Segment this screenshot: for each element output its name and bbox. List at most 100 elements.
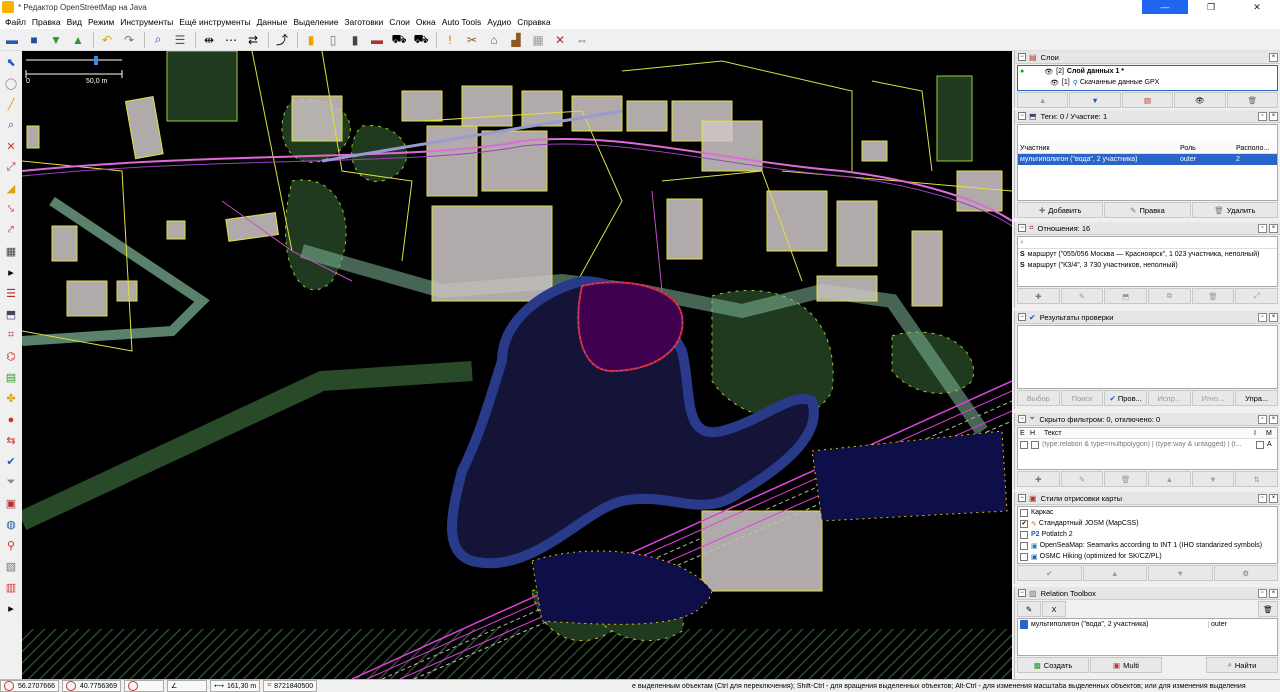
door-icon[interactable]: ▮ [345, 30, 365, 50]
tool2-icon[interactable]: ✕ [550, 30, 570, 50]
style-checkbox[interactable] [1020, 552, 1028, 561]
check-button[interactable]: ✔ Пров... [1104, 390, 1148, 406]
arrows-icon[interactable]: ⇆ [2, 431, 20, 450]
grid-icon[interactable]: ▥ [2, 578, 20, 597]
panel-toggle[interactable]: − [1018, 589, 1026, 597]
barrier-icon[interactable]: ▬ [367, 30, 387, 50]
split-icon[interactable]: ⤥ [2, 200, 20, 219]
style-item[interactable]: Каркас [1018, 507, 1277, 518]
enable-checkbox[interactable] [1020, 440, 1028, 449]
sort-filter-button[interactable]: ⇅ [1235, 471, 1279, 487]
pin-icon[interactable]: ⚲ [2, 536, 20, 555]
select-button[interactable]: Выбор [1017, 390, 1060, 406]
multi-button[interactable]: ▣ Multi [1090, 657, 1162, 673]
select-icon[interactable]: ⬉ [2, 53, 20, 72]
find-relation-button[interactable]: ⌕ Найти [1206, 657, 1278, 673]
draw-icon[interactable]: ╱ [2, 95, 20, 114]
style-item[interactable]: ▣ OSMC Hiking (optimized for SK/CZ/PL) [1018, 551, 1277, 562]
map-icon[interactable]: ▤ [2, 368, 20, 387]
panel-pin-icon[interactable]: ▫ [1258, 312, 1267, 322]
up-filter-button[interactable]: ▲ [1148, 471, 1191, 487]
paint-icon[interactable]: ⌬ [2, 347, 20, 366]
map-icon[interactable]: ▦ [528, 30, 548, 50]
panel-pin-icon[interactable]: ▫ [1258, 493, 1267, 503]
select-relation-button[interactable]: ⬒ [1104, 288, 1148, 304]
relation-icon[interactable]: ⌗ [2, 326, 20, 345]
invert-checkbox[interactable] [1256, 440, 1264, 449]
chart-icon[interactable]: ▟ [506, 30, 526, 50]
panel-pin-icon[interactable]: ▫ [1258, 414, 1267, 424]
relation-item[interactable]: Sмаршрут ("055/056 Москва — Красноярск",… [1018, 249, 1277, 260]
gate-icon[interactable]: ⌂ [484, 30, 504, 50]
layers-icon[interactable]: ☰ [2, 284, 20, 303]
visibility-button[interactable]: 👁 [1174, 92, 1226, 108]
style-checkbox[interactable] [1020, 508, 1028, 517]
panel-toggle[interactable]: − [1018, 415, 1026, 423]
panel-pin-icon[interactable]: ▫ [1258, 588, 1267, 598]
filter-row[interactable]: (type:relation & type=multipolygon) | (t… [1018, 439, 1277, 450]
down-filter-button[interactable]: ▼ [1191, 471, 1235, 487]
style-settings-button[interactable]: ⚙ [1213, 565, 1278, 581]
edit-filter-button[interactable]: ✎ [1060, 471, 1104, 487]
style-item[interactable]: P2 Potlatch 2 [1018, 529, 1277, 540]
panel-toggle[interactable]: − [1018, 494, 1026, 502]
undo-icon[interactable]: ↶ [97, 30, 117, 50]
reverse-icon[interactable]: ⇄ [243, 30, 263, 50]
menu-item-6[interactable]: Данные [254, 17, 291, 27]
brush-icon[interactable]: ● [2, 410, 20, 429]
add-filter-button[interactable]: ✚ [1017, 471, 1060, 487]
duplicate-relation-button[interactable]: ⧉ [1148, 288, 1191, 304]
toolbox-tool-icon[interactable]: ✎ [1017, 601, 1041, 617]
more-icon[interactable]: ▸ [2, 599, 20, 618]
style-item[interactable]: ▣ OpenSeaMap: Seamarks according to INT 1… [1018, 540, 1277, 551]
panel-close-icon[interactable]: × [1269, 493, 1278, 503]
cross-icon[interactable]: ✤ [2, 389, 20, 408]
filter-icon[interactable]: ⏷ [2, 473, 20, 492]
add-button[interactable]: ✚ Добавить [1017, 202, 1104, 218]
style-checkbox[interactable] [1020, 530, 1028, 539]
distribute-icon[interactable]: ⋯ [221, 30, 241, 50]
panel-toggle[interactable]: − [1018, 224, 1026, 232]
menu-item-13[interactable]: Справка [514, 17, 553, 27]
ignore-button[interactable]: Игно... [1191, 390, 1235, 406]
menu-item-3[interactable]: Режим [85, 17, 117, 27]
menu-item-12[interactable]: Аудио [484, 17, 514, 27]
building-icon[interactable]: ▮ [301, 30, 321, 50]
panel-toggle[interactable]: − [1018, 112, 1026, 120]
split-icon[interactable]: ⤴ [272, 30, 292, 50]
styles-icon[interactable]: ▣ [2, 494, 20, 513]
relation-search[interactable]: ⌕ [1018, 237, 1277, 249]
delete-button[interactable]: 🗑 Удалить [1191, 202, 1278, 218]
more-icon[interactable]: ▸ [2, 263, 20, 282]
save-icon[interactable]: ■ [24, 30, 44, 50]
menu-item-7[interactable]: Выделение [290, 17, 341, 27]
manage-button[interactable]: Упра... [1235, 390, 1279, 406]
merge-icon[interactable]: ⤤ [2, 221, 20, 240]
toolbox-icon[interactable]: ▧ [2, 557, 20, 576]
maximize-button[interactable]: ❐ [1188, 0, 1234, 14]
edit-button[interactable]: ✎ Правка [1104, 202, 1191, 218]
layer-row[interactable]: ● 👁 [2] Слой данных 1 * [1018, 66, 1277, 77]
zoom-icon[interactable]: ⌕ [2, 116, 20, 135]
panel-close-icon[interactable]: × [1269, 111, 1278, 121]
tools-icon[interactable]: ✂ [462, 30, 482, 50]
car-icon[interactable]: ⛟ [389, 30, 409, 50]
menu-item-1[interactable]: Правка [29, 17, 64, 27]
style-item[interactable]: ✔ ✎ Стандартный JOSM (MapCSS) [1018, 518, 1277, 529]
style-checkbox[interactable]: ✔ [1020, 519, 1028, 528]
activate-style-button[interactable]: ✔ [1017, 565, 1082, 581]
close-button[interactable]: ✕ [1234, 0, 1280, 14]
menu-item-9[interactable]: Слои [386, 17, 413, 27]
move-style-down-button[interactable]: ▼ [1148, 565, 1213, 581]
move-up-button[interactable]: ▲ [1017, 92, 1069, 108]
delete-filter-button[interactable]: 🗑 [1104, 471, 1148, 487]
open-file-icon[interactable]: ▬ [2, 30, 22, 50]
menu-item-5[interactable]: Ещё инструменты [176, 17, 253, 27]
car2-icon[interactable]: ⛟ [411, 30, 431, 50]
upload-icon[interactable]: ▲ [68, 30, 88, 50]
expand-icon[interactable]: ⇔ [572, 30, 592, 50]
hide-checkbox[interactable] [1031, 440, 1039, 449]
house-icon[interactable]: ▯ [323, 30, 343, 50]
relation-item[interactable]: Sмаршрут ("КЗ/4", 3 730 участников, непо… [1018, 260, 1277, 271]
menu-item-0[interactable]: Файл [2, 17, 29, 27]
